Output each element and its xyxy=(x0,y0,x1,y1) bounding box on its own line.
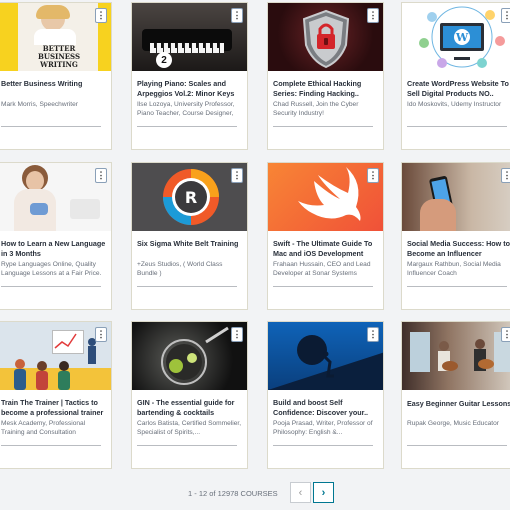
card-divider xyxy=(1,126,101,127)
course-author: Pooja Prasad, Writer, Professor of Philo… xyxy=(273,420,373,436)
course-thumbnail[interactable] xyxy=(132,322,247,390)
chevron-left-icon: ‹ xyxy=(298,486,303,499)
course-thumbnail[interactable]: W xyxy=(402,3,510,71)
card-divider xyxy=(1,445,101,446)
swift-logo-icon xyxy=(298,167,361,221)
course-grid: BETTER BUSINESS WRITING ⋮ Better Busines… xyxy=(0,0,510,475)
course-title[interactable]: Create WordPress Website To Sell Digital… xyxy=(407,79,510,98)
course-thumbnail[interactable] xyxy=(268,322,383,390)
course-title[interactable]: Complete Ethical Hacking Series: Finding… xyxy=(273,79,379,98)
course-author: Mesk Academy, Professional Training and … xyxy=(1,420,86,436)
course-menu-button[interactable]: ⋮ xyxy=(231,8,243,23)
pagination-summary: 1 - 12 of 12978 COURSES xyxy=(188,489,278,498)
course-title[interactable]: GIN - The essential guide for bartending… xyxy=(137,398,243,417)
course-card[interactable]: BETTER BUSINESS WRITING ⋮ Better Busines… xyxy=(0,2,112,150)
course-menu-button[interactable]: ⋮ xyxy=(367,327,379,342)
course-card[interactable]: ⋮ Swift - The Ultimate Guide To Mac and … xyxy=(267,162,384,310)
course-card[interactable]: ⋮ Train The Trainer | Tactics to become … xyxy=(0,321,112,469)
shield-lock-icon xyxy=(302,9,350,69)
card-divider xyxy=(273,445,373,446)
course-author: +Zeus Studios, ( World Class Bundle ) xyxy=(137,261,223,277)
course-card[interactable]: ⋮ Complete Ethical Hacking Series: Findi… xyxy=(267,2,384,150)
course-title[interactable]: Six Sigma White Belt Training xyxy=(137,239,243,249)
course-thumbnail[interactable] xyxy=(268,3,383,71)
course-author: Frahaan Hussain, CEO and Lead Developer … xyxy=(273,261,371,277)
card-divider xyxy=(273,126,373,127)
course-menu-button[interactable]: ⋮ xyxy=(501,327,510,342)
course-menu-button[interactable]: ⋮ xyxy=(95,8,107,23)
card-divider xyxy=(137,445,237,446)
course-menu-button[interactable]: ⋮ xyxy=(95,168,107,183)
course-thumbnail[interactable] xyxy=(268,163,383,231)
svg-text:W: W xyxy=(455,31,469,44)
course-title[interactable]: Swift - The Ultimate Guide To Mac and iO… xyxy=(273,239,379,258)
course-menu-button[interactable]: ⋮ xyxy=(95,327,107,342)
six-sigma-logo-icon: R xyxy=(163,169,219,225)
course-card[interactable]: ⋮ How to Learn a New Language in 3 Month… xyxy=(0,162,112,310)
course-thumbnail[interactable]: 2 xyxy=(132,3,247,71)
pagination-bar: 1 - 12 of 12978 COURSES ‹ › xyxy=(0,480,510,510)
wordpress-network-illustration: W xyxy=(419,6,505,68)
course-author: Rupak George, Music Educator xyxy=(407,420,499,427)
card-divider xyxy=(137,286,237,287)
card-divider xyxy=(273,286,373,287)
course-title[interactable]: Better Business Writing xyxy=(1,79,107,89)
course-menu-button[interactable]: ⋮ xyxy=(231,168,243,183)
course-card[interactable]: ⋮ Easy Beginner Guitar Lessons Rupak Geo… xyxy=(401,321,510,469)
chevron-right-icon: › xyxy=(321,486,326,499)
thumbnail-number: 2 xyxy=(156,52,172,68)
course-author: Carlos Batista, Certified Sommelier, Spe… xyxy=(137,420,242,436)
course-title[interactable]: How to Learn a New Language in 3 Months xyxy=(1,239,107,258)
course-card[interactable]: R ⋮ Six Sigma White Belt Training +Zeus … xyxy=(131,162,248,310)
next-page-button[interactable]: › xyxy=(313,482,334,503)
course-menu-button[interactable]: ⋮ xyxy=(367,168,379,183)
course-menu-button[interactable]: ⋮ xyxy=(501,8,510,23)
course-title[interactable]: Train The Trainer | Tactics to become a … xyxy=(1,398,107,417)
course-author: Rype Languages Online, Quality Language … xyxy=(1,261,102,277)
course-card[interactable]: W ⋮ Create WordPress Website To Sell Dig… xyxy=(401,2,510,150)
course-author: Ido Moskovits, Udemy Instructor xyxy=(407,101,502,108)
card-divider xyxy=(407,445,507,446)
course-title[interactable]: Playing Piano: Scales and Arpeggios Vol.… xyxy=(137,79,243,98)
card-divider xyxy=(407,126,507,127)
course-author: Mark Morris, Speechwriter xyxy=(1,101,78,108)
course-card[interactable]: ⋮ GIN - The essential guide for bartendi… xyxy=(131,321,248,469)
card-divider xyxy=(137,126,237,127)
course-card[interactable]: ⋮ Build and boost Self Confidence: Disco… xyxy=(267,321,384,469)
course-menu-button[interactable]: ⋮ xyxy=(367,8,379,23)
course-author: Margaux Rathbun, Social Media Influencer… xyxy=(407,261,501,277)
course-title[interactable]: Easy Beginner Guitar Lessons xyxy=(407,399,510,409)
card-divider xyxy=(407,286,507,287)
course-title[interactable]: Social Media Success: How to Become an I… xyxy=(407,239,510,258)
previous-page-button[interactable]: ‹ xyxy=(290,482,311,503)
course-author: Chad Russell, Join the Cyber Security In… xyxy=(273,101,359,117)
course-card[interactable]: 2 ⋮ Playing Piano: Scales and Arpeggios … xyxy=(131,2,248,150)
course-thumbnail[interactable] xyxy=(402,322,510,390)
course-author: Ilse Lozoya, University Professor, Piano… xyxy=(137,101,235,117)
thumbnail-text: BETTER BUSINESS WRITING xyxy=(37,44,81,69)
course-thumbnail[interactable] xyxy=(402,163,510,231)
card-divider xyxy=(1,286,101,287)
course-menu-button[interactable]: ⋮ xyxy=(501,168,510,183)
boulder-push-illustration xyxy=(268,335,383,390)
cocktail-glass-illustration xyxy=(161,326,229,385)
course-title[interactable]: Build and boost Self Confidence: Discove… xyxy=(273,398,379,417)
course-menu-button[interactable]: ⋮ xyxy=(231,327,243,342)
svg-text:R: R xyxy=(185,188,197,207)
guitar-players-illustration xyxy=(410,332,510,372)
course-thumbnail[interactable]: R xyxy=(132,163,247,231)
course-card[interactable]: ⋮ Social Media Success: How to Become an… xyxy=(401,162,510,310)
